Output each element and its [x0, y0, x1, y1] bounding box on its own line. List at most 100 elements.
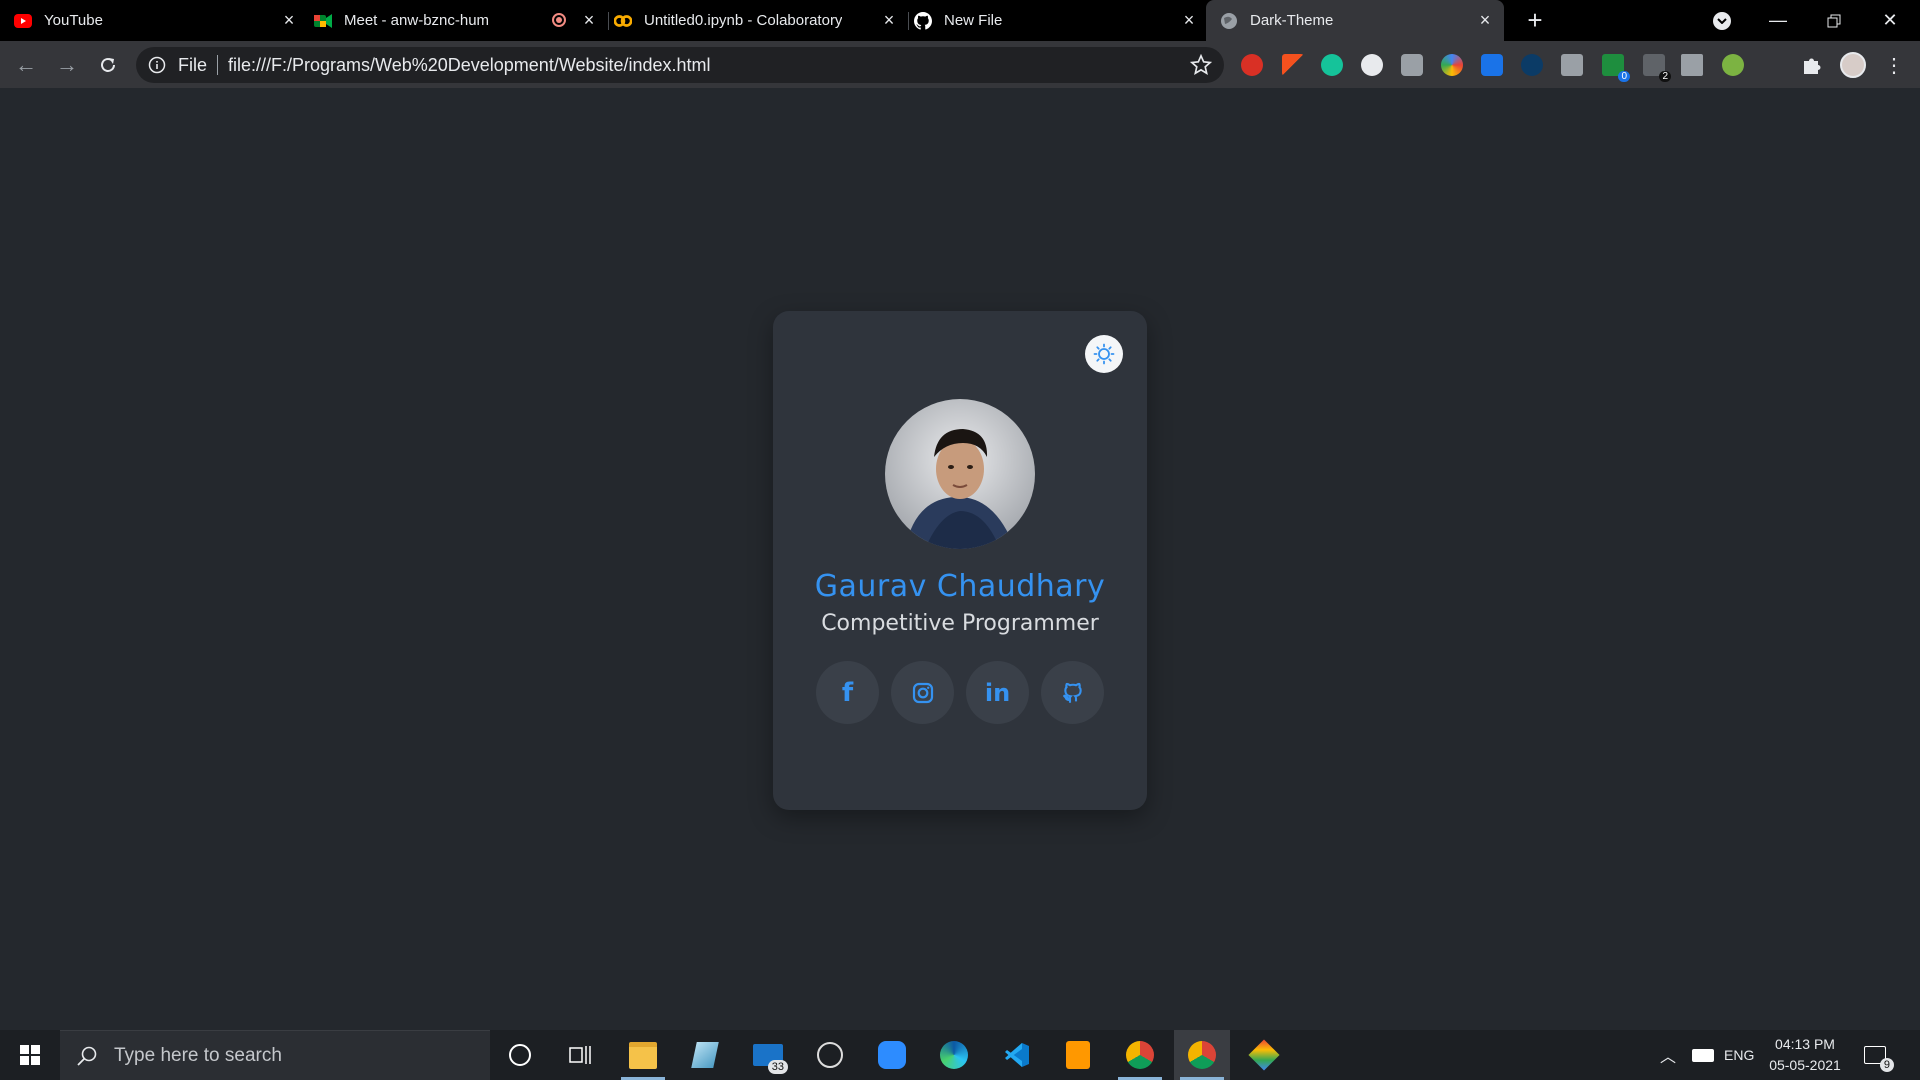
minimize-button[interactable]: —	[1750, 0, 1806, 41]
extension-icon[interactable]	[1521, 54, 1543, 76]
puzzle-extensions-icon[interactable]	[1801, 54, 1823, 76]
profile-name: Gaurav Chaudhary	[814, 569, 1106, 604]
tab-label: Meet - anw-bznc-hum	[344, 12, 490, 29]
more-vert-icon: ⋮	[1884, 54, 1904, 77]
taskbar-edge[interactable]	[926, 1030, 982, 1080]
facebook-icon: f	[841, 677, 854, 708]
extension-icon[interactable]: 2	[1643, 54, 1671, 82]
tab-meet[interactable]: Meet - anw-bznc-hum ×	[314, 0, 609, 41]
clock-time: 04:13 PM	[1775, 1036, 1835, 1052]
tab-dark-theme[interactable]: Dark-Theme ×	[1206, 0, 1504, 41]
taskbar-app[interactable]	[677, 1030, 733, 1080]
back-arrow-icon: ←	[15, 52, 37, 77]
chrome-icon	[1188, 1041, 1216, 1069]
tab-strip: YouTube × Meet - anw-bznc-hum × Untitled…	[0, 0, 1920, 41]
youtube-icon	[14, 12, 32, 30]
tab-colab[interactable]: Untitled0.ipynb - Colaboratory ×	[614, 0, 909, 41]
cortana-button[interactable]	[492, 1030, 548, 1080]
close-tab-icon[interactable]: ×	[580, 11, 598, 29]
extension-icon[interactable]	[1282, 54, 1304, 76]
close-window-button[interactable]: ✕	[1862, 0, 1918, 41]
meet-icon	[314, 12, 332, 30]
profile-avatar[interactable]	[1840, 52, 1866, 78]
extension-icon[interactable]	[1361, 54, 1383, 76]
tab-label: New File	[944, 12, 1003, 29]
github-link[interactable]	[1041, 661, 1104, 724]
extension-plus-icon[interactable]	[1722, 54, 1744, 76]
reload-button[interactable]	[94, 51, 122, 79]
start-button[interactable]	[0, 1030, 60, 1080]
cortana-icon	[509, 1044, 531, 1066]
taskbar-zoom[interactable]	[864, 1030, 920, 1080]
notepad-icon	[691, 1042, 719, 1068]
extension-icon[interactable]	[1441, 54, 1463, 76]
search-icon	[77, 1046, 97, 1066]
forward-button[interactable]: →	[53, 51, 81, 79]
forward-arrow-icon: →	[56, 52, 78, 77]
restore-button[interactable]	[1806, 0, 1862, 41]
extension-icon[interactable]	[1481, 54, 1503, 76]
clock-date: 05-05-2021	[1769, 1057, 1841, 1073]
linkedin-link[interactable]: in	[966, 661, 1029, 724]
notification-badge: 9	[1879, 1058, 1894, 1072]
address-bar[interactable]: File file:///F:/Programs/Web%20Developme…	[136, 47, 1224, 83]
zoom-icon	[878, 1041, 906, 1069]
language-indicator[interactable]: ENG	[1724, 1030, 1754, 1080]
tab-label: YouTube	[44, 12, 103, 29]
instagram-link[interactable]	[891, 661, 954, 724]
info-icon[interactable]	[148, 56, 166, 74]
url-scheme-label: File	[178, 54, 208, 75]
close-tab-icon[interactable]: ×	[1476, 11, 1494, 29]
close-icon: ✕	[1882, 10, 1898, 30]
taskbar-chrome[interactable]	[1112, 1030, 1168, 1080]
search-placeholder: Type here to search	[114, 1044, 282, 1066]
extension-icon[interactable]	[1401, 54, 1423, 76]
tab-label: Untitled0.ipynb - Colaboratory	[644, 12, 843, 29]
system-clock[interactable]: 04:13 PM 05-05-2021	[1760, 1034, 1850, 1076]
menu-button[interactable]: ⋮	[1880, 51, 1908, 79]
chrome-icon	[1126, 1041, 1154, 1069]
extension-bars-icon[interactable]	[1681, 54, 1703, 76]
extension-adblock-icon[interactable]	[1241, 54, 1263, 76]
folder-icon	[629, 1041, 657, 1069]
mail-badge: 33	[767, 1060, 788, 1074]
taskbar-file-explorer[interactable]	[615, 1030, 671, 1080]
profile-avatar-photo	[885, 399, 1035, 549]
globe-icon	[1220, 12, 1238, 30]
taskbar-vscode[interactable]	[988, 1030, 1044, 1080]
edge-icon	[940, 1041, 968, 1069]
taskbar-chrome-active[interactable]	[1174, 1030, 1230, 1080]
extension-badge: 2	[1659, 71, 1671, 82]
close-tab-icon[interactable]: ×	[280, 11, 298, 29]
taskbar-mail[interactable]: 33	[740, 1030, 796, 1080]
new-tab-button[interactable]: +	[1522, 7, 1548, 34]
profile-card: Gaurav Chaudhary Competitive Programmer …	[773, 311, 1147, 810]
taskbar-sublime[interactable]	[1050, 1030, 1106, 1080]
bookmark-star-icon[interactable]	[1190, 54, 1212, 76]
taskbar-obs[interactable]	[802, 1030, 858, 1080]
theme-toggle-button[interactable]	[1085, 335, 1123, 373]
colab-icon	[614, 12, 632, 30]
sun-icon	[1093, 343, 1115, 365]
close-tab-icon[interactable]: ×	[880, 11, 898, 29]
url-text[interactable]: file:///F:/Programs/Web%20Development/We…	[228, 55, 711, 76]
extension-icon[interactable]: 0	[1602, 54, 1630, 82]
battery-indicator[interactable]	[1692, 1030, 1714, 1080]
task-view-button[interactable]	[552, 1030, 608, 1080]
extension-grammarly-icon[interactable]	[1321, 54, 1343, 76]
back-button[interactable]: ←	[12, 51, 40, 79]
tab-github-new-file[interactable]: New File ×	[914, 0, 1208, 41]
social-links: f in	[816, 661, 1104, 724]
close-tab-icon[interactable]: ×	[1180, 11, 1198, 29]
taskbar-app[interactable]	[1236, 1030, 1292, 1080]
extension-icon[interactable]	[1561, 54, 1583, 76]
tray-overflow-button[interactable]: ︿	[1660, 1030, 1676, 1080]
notifications-button[interactable]: 9	[1864, 1030, 1894, 1080]
tab-youtube[interactable]: YouTube ×	[14, 0, 308, 41]
task-view-icon	[569, 1046, 591, 1064]
minimize-icon: —	[1769, 10, 1787, 30]
taskbar-search-box[interactable]: Type here to search	[60, 1030, 490, 1080]
tab-search-button[interactable]	[1694, 0, 1750, 41]
tab-label: Dark-Theme	[1250, 12, 1334, 29]
facebook-link[interactable]: f	[816, 661, 879, 724]
